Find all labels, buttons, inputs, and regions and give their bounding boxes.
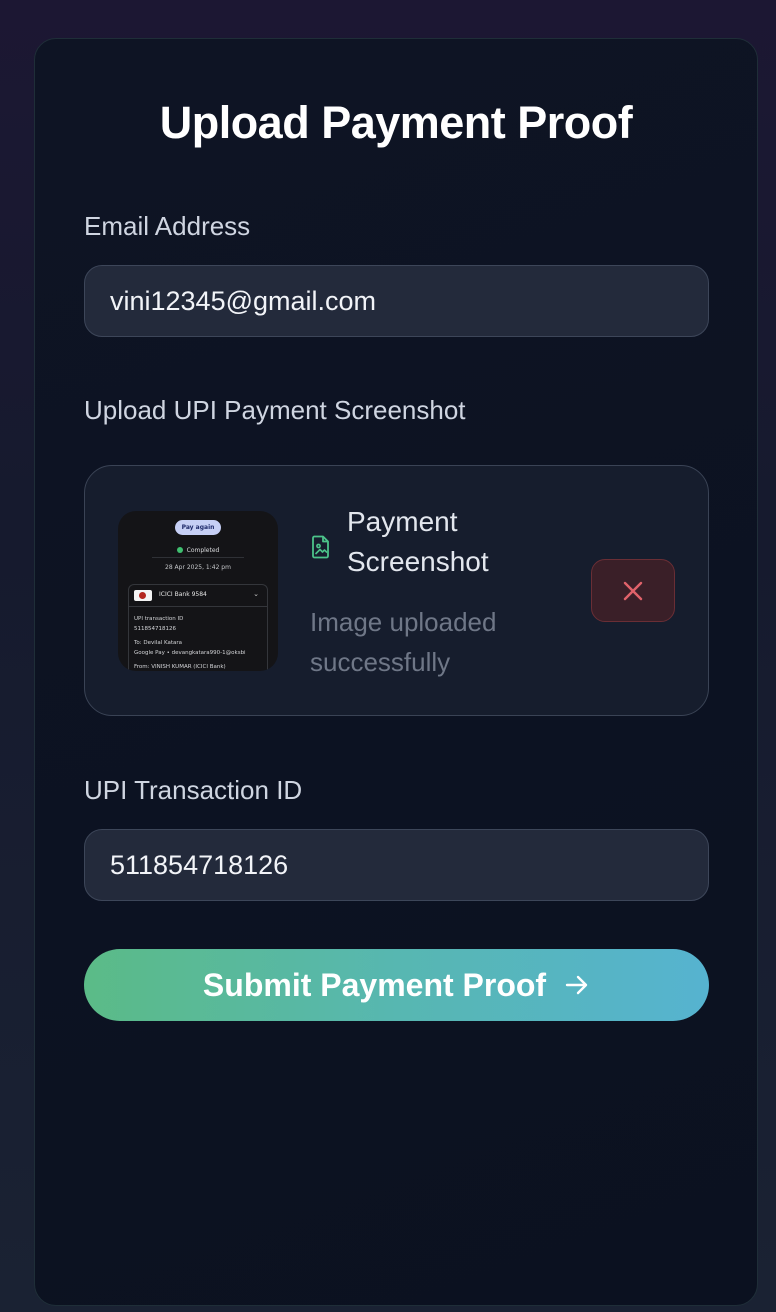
email-field[interactable]: vini12345@gmail.com <box>84 265 709 337</box>
thumb-bank-name: ICICI Bank 9584 <box>159 591 207 598</box>
thumb-pay-again: Pay again <box>175 520 221 535</box>
upload-dropzone[interactable]: Pay again Completed 28 Apr 2025, 1:42 pm… <box>84 465 709 716</box>
close-icon <box>623 581 643 600</box>
thumb-bank-card: ICICI Bank 9584 ⌄ UPI transaction ID 511… <box>128 584 268 671</box>
txn-label: UPI Transaction ID <box>84 775 303 805</box>
thumb-txn-label: UPI transaction ID <box>134 616 184 622</box>
upload-label: Upload UPI Payment Screenshot <box>84 395 466 425</box>
arrow-right-icon <box>564 974 590 996</box>
txn-value: 511854718126 <box>110 849 289 880</box>
thumb-to: To: Devilal Katara <box>134 640 183 646</box>
screenshot-thumbnail: Pay again Completed 28 Apr 2025, 1:42 pm… <box>118 511 278 671</box>
thumb-from: From: VINISH KUMAR (ICICI Bank) <box>134 664 226 670</box>
transaction-id-field[interactable]: 511854718126 <box>84 829 709 901</box>
submit-button[interactable]: Submit Payment Proof <box>84 949 709 1021</box>
bank-logo-icon <box>134 590 152 601</box>
thumb-gpay: Google Pay • devangkatara990-1@oksbi <box>134 650 246 656</box>
thumb-status: Completed <box>118 547 278 554</box>
image-file-icon <box>312 535 329 559</box>
email-value: vini12345@gmail.com <box>110 285 377 316</box>
page-title: Upload Payment Proof <box>159 97 633 148</box>
remove-file-button[interactable] <box>591 559 675 622</box>
email-label: Email Address <box>84 211 251 241</box>
chevron-down-icon: ⌄ <box>253 590 259 598</box>
upload-status: Image uploaded successfully <box>310 607 497 677</box>
thumb-date: 28 Apr 2025, 1:42 pm <box>165 564 231 571</box>
payment-proof-card: Upload Payment Proof Email Address vini1… <box>34 38 758 1306</box>
thumb-txn-id: 511854718126 <box>134 626 176 632</box>
file-title: Payment Screenshot <box>347 506 489 577</box>
submit-label: Submit Payment Proof <box>202 966 547 1003</box>
